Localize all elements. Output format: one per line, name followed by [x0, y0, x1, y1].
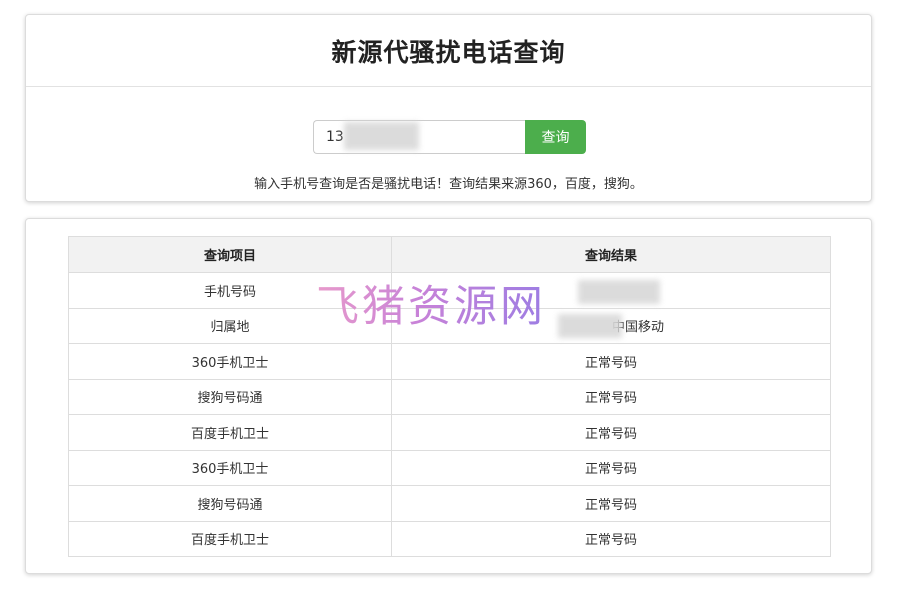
row-label: 手机号码 [68, 272, 392, 309]
row-label: 百度手机卫士 [68, 414, 392, 451]
table-row: 360手机卫士 正常号码 [68, 343, 831, 380]
redacted-phone-blur [578, 280, 660, 304]
row-value: 正常号码 [391, 449, 831, 486]
row-value: 正常号码 [391, 343, 831, 380]
search-hint: 输入手机号查询是否是骚扰电话！查询结果来源360，百度，搜狗。 [254, 177, 643, 192]
page-title: 新源代骚扰电话查询 [331, 37, 566, 67]
redacted-region-blur [558, 314, 622, 338]
row-label: 搜狗号码通 [68, 485, 392, 522]
table-row: 归属地 中国移动 [68, 307, 831, 344]
row-label: 360手机卫士 [68, 449, 392, 486]
table-row: 搜狗号码通 正常号码 [68, 378, 831, 415]
table-row: 搜狗号码通 正常号码 [68, 485, 831, 522]
result-table: 查询项目 查询结果 手机号码 归属地 中国移动 360手机卫士 正常号码 搜狗号… [68, 236, 831, 557]
table-row: 360手机卫士 正常号码 [68, 449, 831, 486]
row-value: 正常号码 [391, 378, 831, 415]
row-value: 正常号码 [391, 520, 831, 557]
title-bar: 新源代骚扰电话查询 [26, 15, 871, 87]
table-row: 百度手机卫士 正常号码 [68, 520, 831, 557]
search-panel: 新源代骚扰电话查询 查询 输入手机号查询是否是骚扰电话！查询结果来源360，百度… [25, 14, 872, 202]
row-label: 360手机卫士 [68, 343, 392, 380]
table-row: 手机号码 [68, 272, 831, 309]
table-row: 百度手机卫士 正常号码 [68, 414, 831, 451]
row-value: 正常号码 [391, 414, 831, 451]
result-panel: 查询项目 查询结果 手机号码 归属地 中国移动 360手机卫士 正常号码 搜狗号… [25, 218, 872, 574]
row-label: 归属地 [68, 307, 392, 344]
redacted-input-blur [344, 122, 419, 150]
row-label: 百度手机卫士 [68, 520, 392, 557]
row-label: 搜狗号码通 [68, 378, 392, 415]
header-query-item: 查询项目 [68, 236, 392, 273]
query-button[interactable]: 查询 [525, 120, 586, 154]
header-query-result: 查询结果 [391, 236, 831, 273]
table-header-row: 查询项目 查询结果 [68, 236, 831, 273]
row-value: 正常号码 [391, 485, 831, 522]
